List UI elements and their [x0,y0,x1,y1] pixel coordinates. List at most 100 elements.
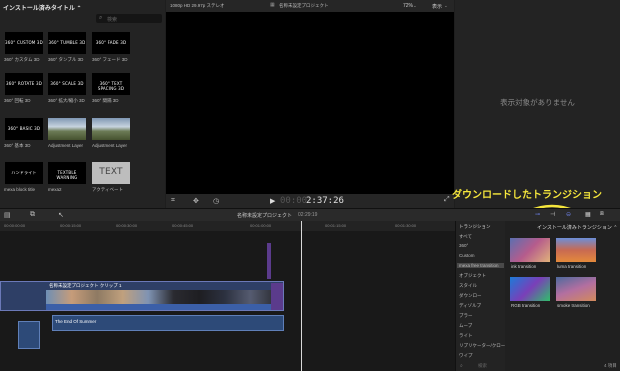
category-item[interactable]: スタイル [459,283,477,289]
video-clip[interactable]: 名称未設定プロジェクト クリップ 1 [0,281,284,311]
chevron-down-icon: ⌄ [444,3,448,8]
category-item[interactable]: ライト [459,333,473,339]
fullscreen-icon[interactable]: ⤢ [444,196,450,204]
ruler-tick: 00:00:00:00 [4,223,26,228]
transitions-browser-title[interactable]: インストール済みトランジション ⌃ [537,224,617,231]
timecode-prefix: 00:00 [280,196,308,206]
category-item[interactable]: すべて [459,234,472,240]
playhead[interactable] [301,221,302,371]
title-caption: 360° タンブル 3D [48,57,84,62]
search-icon[interactable]: ⌕ [460,363,463,369]
title-thumb-adjustment-layer[interactable] [48,118,86,140]
ruler-tick: 00:01:30:00 [395,223,417,228]
film-icon: ▦ [270,2,275,8]
effects-browser-icon[interactable]: ▦ [585,211,591,218]
transitions-browser-icon[interactable]: ⧈ [600,211,604,218]
transition-thumb-ink[interactable] [510,238,550,262]
audio-clip-small[interactable] [18,321,40,349]
transition-marker[interactable] [271,283,283,310]
ruler-tick: 00:00:30:00 [116,223,138,228]
title-thumb-fade-3d[interactable]: 360° FADE 3D [92,32,130,54]
title-caption: 360° 拡大/縮小 3D [48,98,85,103]
transitions-header: トランジション [459,224,491,229]
title-caption: Adjustment Layer [92,143,128,148]
title-thumb-scale-3d[interactable]: 360° SCALE 3D [48,73,86,95]
clip-appearance-icon[interactable]: ⊸ [535,211,540,218]
category-item-selected[interactable]: mexa free transition [457,263,504,268]
title-caption: 360° 回転 3D [4,98,31,103]
view-menu[interactable]: 表示 [432,3,442,10]
transitions-search-input[interactable]: 検索 [478,363,487,369]
viewer-header: 1080p HD 29.97p ステレオ ▦ 名称未設定プロジェクト 72% ⌄… [166,0,454,12]
title-thumb-activate[interactable]: TEXT [92,162,130,184]
search-placeholder: 検索 [107,17,118,23]
snapping-icon[interactable]: ⊖ [566,211,571,218]
browser-search-input[interactable]: ⌕ 検索 [96,14,162,23]
title-thumb-tumble-3d[interactable]: 360° TUMBLE 3D [48,32,86,54]
transition-caption: RGB transition [511,303,541,308]
title-caption: 360° フェード 3D [92,57,128,62]
zoom-menu[interactable]: 72% [403,3,413,9]
inspector-empty-text: 表示対象がありません [500,98,575,107]
browser-title[interactable]: インストール済みタイトル ⌃ [3,3,82,12]
title-caption: アクティベート [92,187,124,192]
timeline-toolbar: ▤ ⧉ ↖ 名称未設定プロジェクト 02:29:19 ⊸ ⊣ ⊖ ▦ ⧈ [0,208,620,221]
clip-label: 名称未設定プロジェクト クリップ 1 [49,283,122,288]
audio-skim-icon[interactable]: ⊣ [550,211,555,218]
title-thumb-mexa2[interactable]: TEXTBLE WARNING [48,162,86,184]
title-thumb-custom-3d[interactable]: 360° CUSTOM 3D [5,32,43,54]
play-icon[interactable]: ▶ [270,197,275,205]
title-caption: mexa block title [4,187,36,192]
category-item[interactable]: ダウンロー [459,293,482,299]
category-item[interactable]: オブジェクト [459,273,486,279]
title-thumb-text-spacing-3d[interactable]: 360° TEXT SPACING 3D [92,73,130,95]
viewer-controls: ⌗ ✥ ◷ ▶ 00:00 2:37:26 ⤢ [166,194,454,208]
clip-filmstrip [46,290,276,304]
category-item[interactable]: リプリケーター/クローン [459,343,510,349]
transition-thumb-luma[interactable] [556,238,596,262]
transition-thumb-smoke[interactable] [556,277,596,301]
category-item[interactable]: Custom [459,253,475,258]
ruler-tick: 00:00:45:00 [172,223,194,228]
title-caption: mexa2 [48,187,62,192]
title-caption: 360° カスタム 3D [4,57,40,62]
timecode: 2:37:26 [306,196,344,206]
transition-caption: ink transition [511,264,537,269]
title-thumb-rotate-3d[interactable]: 360° ROTATE 3D [5,73,43,95]
chevron-down-icon: ⌄ [413,3,417,8]
title-thumb-mexa-block[interactable]: ハンドライト [5,162,43,184]
speed-icon[interactable]: ◷ [213,197,219,205]
ruler-tick: 00:01:15:00 [325,223,347,228]
category-item[interactable]: ブラー [459,313,473,319]
transition-categories: トランジション すべて 360° Custom mexa free transi… [455,221,510,371]
select-tool-icon[interactable]: ↖ [58,211,64,219]
search-icon: ⌕ [99,15,103,21]
title-caption: 360° 間隔 3D [92,98,119,103]
title-thumb-adjustment-layer[interactable] [92,118,130,140]
title-caption: 360° 基本 3D [4,143,31,148]
transition-thumb-rgb[interactable] [510,277,550,301]
crop-icon[interactable]: ⌗ [171,197,175,205]
index-icon[interactable]: ▤ [4,211,11,219]
timeline-duration: 02:29:19 [298,212,318,218]
timeline-project-name: 名称未設定プロジェクト [237,213,293,219]
category-item[interactable]: ディゾルブ [459,303,481,309]
connect-icon[interactable]: ⧉ [30,211,35,219]
viewer [166,0,454,208]
category-item[interactable]: ムーブ [459,323,472,329]
audio-clip-label: The End Of Summer [55,319,97,324]
clip-audio-waveform [46,304,276,310]
title-thumb-basic-3d[interactable]: 360° BASIC 3D [5,118,43,140]
transition-caption: luma transition [557,264,587,269]
item-count: 4 項目 [604,363,617,368]
ruler-tick: 00:01:00:00 [250,223,272,228]
annotation-label: ダウンロードしたトランジション [452,190,602,201]
title-clip[interactable] [267,243,271,279]
transform-icon[interactable]: ✥ [193,197,199,205]
category-item[interactable]: 360° [459,243,468,248]
title-caption: Adjustment Layer [48,143,84,148]
category-item[interactable]: ワイプ [459,353,473,359]
audio-clip[interactable]: The End Of Summer [52,315,284,331]
viewer-project-name: 名称未設定プロジェクト [279,3,329,8]
timeline-ruler[interactable]: 00:00:00:00 00:00:15:00 00:00:30:00 00:0… [0,221,455,231]
